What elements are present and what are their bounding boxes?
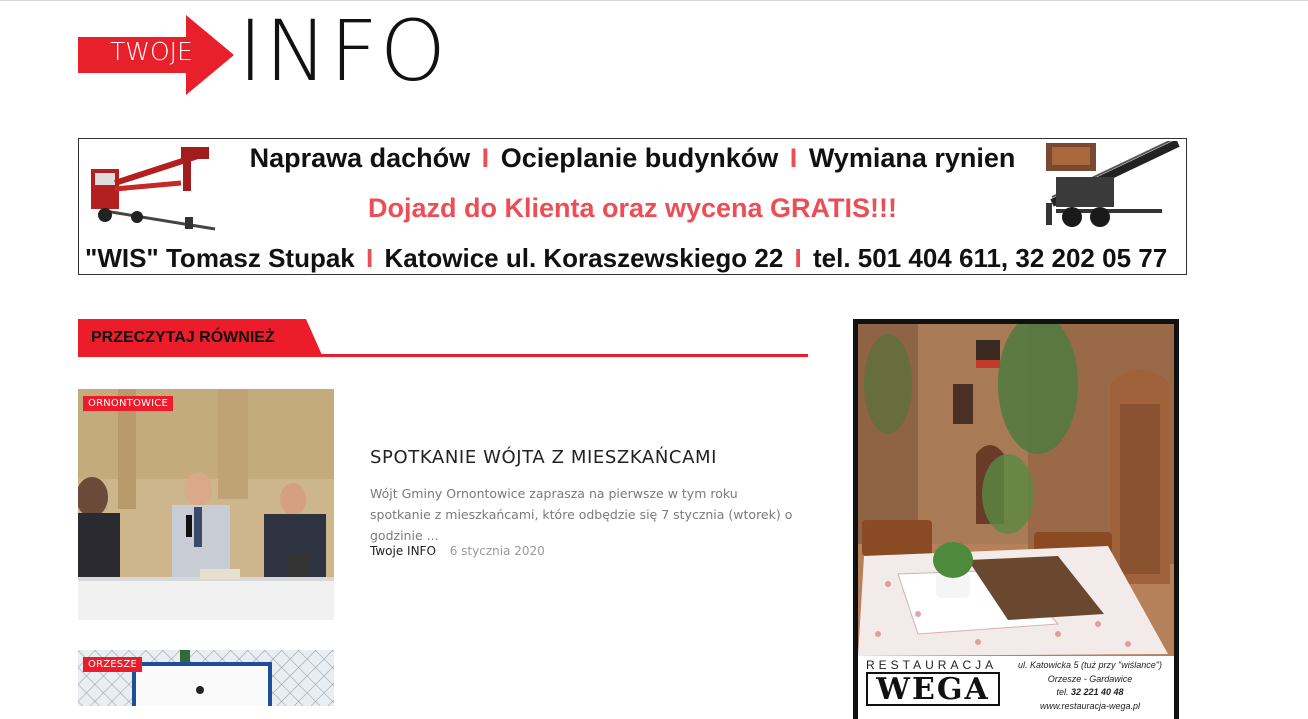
section-title: PRZECZYTAJ RÓWNIEŻ <box>78 319 322 355</box>
section-divider <box>78 354 808 357</box>
article-thumbnail[interactable]: ORZESZE <box>78 650 334 706</box>
restaurant-logo: WEGA <box>866 672 1000 706</box>
banner-separator: I <box>789 143 798 173</box>
restaurant-photo <box>858 324 1174 656</box>
category-badge[interactable]: ORNONTOWICE <box>83 396 173 411</box>
section-header: PRZECZYTAJ RÓWNIEŻ <box>78 319 808 359</box>
category-badge[interactable]: ORZESZE <box>83 657 142 672</box>
banner-company: "WIS" Tomasz Stupak <box>85 243 355 273</box>
banner-separator: I <box>794 243 802 273</box>
article-meta: Twoje INFO 6 stycznia 2020 <box>370 544 545 558</box>
banner-service-3: Wymiana rynien <box>808 143 1016 173</box>
banner-separator: I <box>481 143 490 173</box>
article-excerpt: Wójt Gminy Ornontowice zaprasza na pierw… <box>370 486 793 543</box>
article-title[interactable]: SPOTKANIE WÓJTA Z MIESZKAŃCAMI <box>370 447 717 468</box>
site-logo[interactable]: TWOJE INFO <box>78 9 446 95</box>
side-restaurant-ad[interactable]: RESTAURACJA WEGA ul. Katowicka 5 (tuż pr… <box>853 319 1179 719</box>
restaurant-address: ul. Katowicka 5 (tuż przy "wiślance") <box>1018 660 1162 670</box>
logo-text-small: TWOJE <box>110 37 193 66</box>
restaurant-tel-prefix: tel. <box>1056 687 1069 697</box>
article-date: 6 stycznia 2020 <box>449 544 545 558</box>
restaurant-ad-footer: RESTAURACJA WEGA ul. Katowicka 5 (tuż pr… <box>858 656 1174 719</box>
logo-text-big: INFO <box>238 2 449 100</box>
restaurant-phone-line: tel. 32 221 40 48 <box>1006 686 1174 700</box>
banner-services-line: Naprawa dachów I Ocieplanie budynków I W… <box>79 143 1186 174</box>
article-thumbnail[interactable]: ORNONTOWICE <box>78 389 334 620</box>
banner-promo-line: Dojazd do Klienta oraz wycena GRATIS!!! <box>367 193 898 223</box>
banner-service-2: Ocieplanie budynków <box>500 143 779 173</box>
article-author[interactable]: Twoje INFO <box>370 544 436 558</box>
restaurant-label: RESTAURACJA <box>866 658 998 672</box>
banner-address: Katowice ul. Koraszewskiego 22 <box>384 243 784 273</box>
banner-contact-line: "WIS" Tomasz Stupak I Katowice ul. Koras… <box>85 243 1186 274</box>
article-card: ORZESZE <box>78 650 808 706</box>
meeting-photo <box>78 389 334 620</box>
article-card: ORNONTOWICE SPOTKANIE WÓJTA Z MIESZKAŃCA… <box>78 389 808 620</box>
top-banner-ad[interactable]: Naprawa dachów I Ocieplanie budynków I W… <box>78 138 1187 275</box>
banner-service-1: Naprawa dachów <box>249 143 471 173</box>
restaurant-town: Orzesze - Gardawice <box>1047 673 1133 684</box>
banner-separator: I <box>366 243 374 273</box>
restaurant-website: www.restauracja-wega.pl <box>1039 700 1141 711</box>
restaurant-tel: 32 221 40 48 <box>1070 687 1124 697</box>
banner-phone: tel. 501 404 611, 32 202 05 77 <box>812 243 1168 273</box>
